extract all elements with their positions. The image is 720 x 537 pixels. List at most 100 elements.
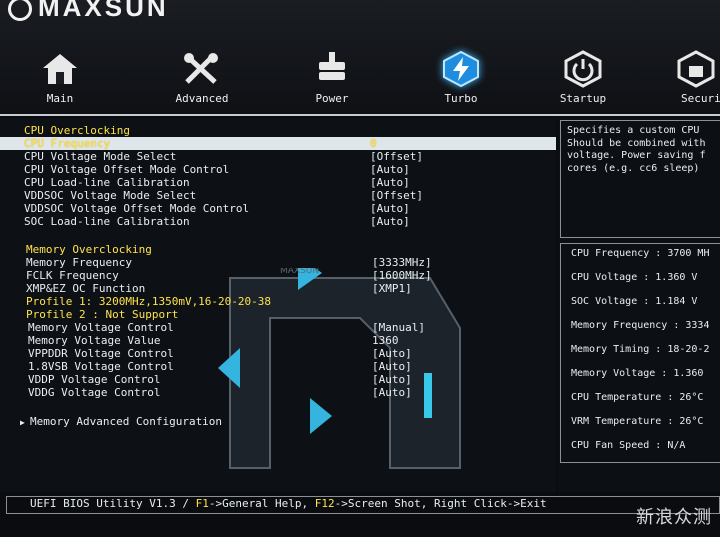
section-cpu-overclocking: CPU Overclocking [0, 124, 556, 137]
turbo-bolt-icon [440, 50, 482, 88]
setting-value[interactable]: [Auto] [370, 202, 410, 215]
setting-label: VPPDDR Voltage Control [28, 347, 174, 360]
setting-value[interactable]: [3333MHz] [372, 256, 432, 269]
stat-cpu-voltage: CPU Voltage : 1.360 V [571, 272, 698, 283]
setting-vddg-voltage[interactable]: VDDG Voltage Control [Auto] [0, 386, 556, 399]
setting-label: CPU Voltage Mode Select [24, 150, 177, 163]
setting-label: CPU Frequency [24, 137, 111, 150]
maxsun-logo-mark [8, 0, 32, 22]
status-bar-text: UEFI BIOS Utility V1.3 / F1->General Hel… [30, 497, 547, 510]
info-profile-2: Profile 2 : Not Support [0, 308, 556, 321]
stat-cpu-frequency: CPU Frequency : 3700 MH [571, 248, 710, 259]
setting-value[interactable]: 1360 [372, 334, 399, 347]
setting-value[interactable]: [Auto] [370, 176, 410, 189]
tab-startup-label: Startup [559, 92, 607, 105]
tab-turbo-label: Turbo [444, 92, 478, 105]
setting-value[interactable]: [Offset] [370, 189, 423, 202]
submenu-memory-advanced[interactable]: Memory Advanced Configuration [0, 415, 556, 429]
setting-value[interactable]: [Auto] [370, 163, 410, 176]
setting-label: VDDSOC Voltage Mode Select [24, 189, 197, 202]
submenu-label: Memory Advanced Configuration [20, 415, 222, 429]
section-label: CPU Overclocking [24, 124, 130, 137]
setting-xmp-ez-oc[interactable]: XMP&EZ OC Function [XMP1] [0, 282, 556, 295]
tools-icon [181, 50, 223, 88]
setting-label: Memory Frequency [26, 256, 132, 269]
setting-value[interactable]: 0 [370, 137, 377, 150]
setting-memory-voltage-value[interactable]: Memory Voltage Value 1360 [0, 334, 556, 347]
section-label: Memory Overclocking [26, 243, 152, 256]
section-memory-overclocking: Memory Overclocking [0, 243, 556, 256]
info-text: Profile 2 : Not Support [26, 308, 179, 321]
f1-action: ->General Help, [208, 497, 309, 510]
brand-name: MAXSUN [38, 0, 169, 22]
stat-cpu-fan-speed: CPU Fan Speed : N/A [571, 440, 686, 451]
f12-action: ->Screen Shot, Right Click->Exit [334, 497, 547, 510]
setting-vddsoc-mode[interactable]: VDDSOC Voltage Mode Select [Offset] [0, 189, 556, 202]
stat-cpu-temperature: CPU Temperature : 26°C [571, 392, 704, 403]
settings-panel: MAXSUN CPU Overclocking CPU Frequency 0 C… [0, 118, 556, 492]
setting-label: VDDP Voltage Control [28, 373, 161, 386]
setting-value[interactable]: [Manual] [372, 321, 425, 334]
power-plug-icon [311, 50, 353, 88]
setting-label: VDDSOC Voltage Offset Mode Control [24, 202, 250, 215]
tab-power-label: Power [315, 92, 349, 105]
setting-vppddr-voltage[interactable]: VPPDDR Voltage Control [Auto] [0, 347, 556, 360]
security-icon [675, 50, 717, 88]
maxsun-logo: MAXSUN [8, 0, 169, 23]
setting-memory-voltage-control[interactable]: Memory Voltage Control [Manual] [0, 321, 556, 334]
setting-vddsoc-offset[interactable]: VDDSOC Voltage Offset Mode Control [Auto] [0, 202, 556, 215]
tab-turbo[interactable]: Turbo [411, 50, 511, 105]
setting-value[interactable]: [Auto] [370, 215, 410, 228]
top-nav-bar: MAXSUN Main Advanced Power Turbo Startup [0, 0, 720, 116]
help-text-box: Specifies a custom CPU Should be combine… [560, 120, 720, 238]
setting-label: CPU Voltage Offset Mode Control [24, 163, 230, 176]
watermark: 新浪众测 [636, 507, 712, 528]
tab-main-label: Main [46, 92, 74, 105]
stat-memory-timing: Memory Timing : 18-20-2 [571, 344, 710, 355]
f1-key: F1 [195, 497, 209, 510]
setting-label: Memory Voltage Control [28, 321, 174, 334]
tab-security[interactable]: Securi [655, 50, 720, 105]
setting-label: Memory Voltage Value [28, 334, 161, 347]
hardware-monitor: CPU Frequency : 3700 MH CPU Voltage : 1.… [560, 243, 720, 463]
home-icon [39, 50, 81, 88]
stat-vrm-temperature: VRM Temperature : 26°C [571, 416, 704, 427]
bios-version: UEFI BIOS Utility V1.3 / [30, 497, 189, 510]
stat-memory-voltage: Memory Voltage : 1.360 [571, 368, 704, 379]
setting-cpu-voltage-mode[interactable]: CPU Voltage Mode Select [Offset] [0, 150, 556, 163]
setting-memory-frequency[interactable]: Memory Frequency [3333MHz] [0, 256, 556, 269]
startup-power-icon [562, 50, 604, 88]
tab-security-label: Securi [681, 92, 720, 105]
setting-value[interactable]: [Auto] [372, 360, 412, 373]
stat-soc-voltage: SOC Voltage : 1.184 V [571, 296, 698, 307]
tab-advanced[interactable]: Advanced [152, 50, 252, 105]
tab-startup[interactable]: Startup [533, 50, 633, 105]
setting-value[interactable]: [Auto] [372, 347, 412, 360]
setting-value[interactable]: [Auto] [372, 373, 412, 386]
setting-cpu-frequency[interactable]: CPU Frequency 0 [0, 137, 556, 150]
setting-label: FCLK Frequency [26, 269, 119, 282]
f12-key: F12 [314, 497, 335, 510]
setting-soc-llc[interactable]: SOC Load-line Calibration [Auto] [0, 215, 556, 228]
setting-label: 1.8VSB Voltage Control [28, 360, 174, 373]
nav-divider [0, 114, 720, 116]
setting-label: SOC Load-line Calibration [24, 215, 190, 228]
setting-value[interactable]: [1600MHz] [372, 269, 432, 282]
setting-value[interactable]: [XMP1] [372, 282, 412, 295]
setting-value[interactable]: [Offset] [370, 150, 423, 163]
stat-memory-frequency: Memory Frequency : 3334 [571, 320, 710, 331]
tab-power[interactable]: Power [282, 50, 382, 105]
setting-label: CPU Load-line Calibration [24, 176, 190, 189]
setting-1-8vsb-voltage[interactable]: 1.8VSB Voltage Control [Auto] [0, 360, 556, 373]
setting-fclk-frequency[interactable]: FCLK Frequency [1600MHz] [0, 269, 556, 282]
info-text: Profile 1: 3200MHz,1350mV,16-20-20-38 [26, 295, 272, 308]
setting-vddp-voltage[interactable]: VDDP Voltage Control [Auto] [0, 373, 556, 386]
setting-cpu-voltage-offset[interactable]: CPU Voltage Offset Mode Control [Auto] [0, 163, 556, 176]
setting-label: VDDG Voltage Control [28, 386, 161, 399]
tab-main[interactable]: Main [10, 50, 110, 105]
tab-advanced-label: Advanced [175, 92, 229, 105]
setting-label: XMP&EZ OC Function [26, 282, 146, 295]
info-profile-1: Profile 1: 3200MHz,1350mV,16-20-20-38 [0, 295, 556, 308]
setting-value[interactable]: [Auto] [372, 386, 412, 399]
setting-cpu-llc[interactable]: CPU Load-line Calibration [Auto] [0, 176, 556, 189]
